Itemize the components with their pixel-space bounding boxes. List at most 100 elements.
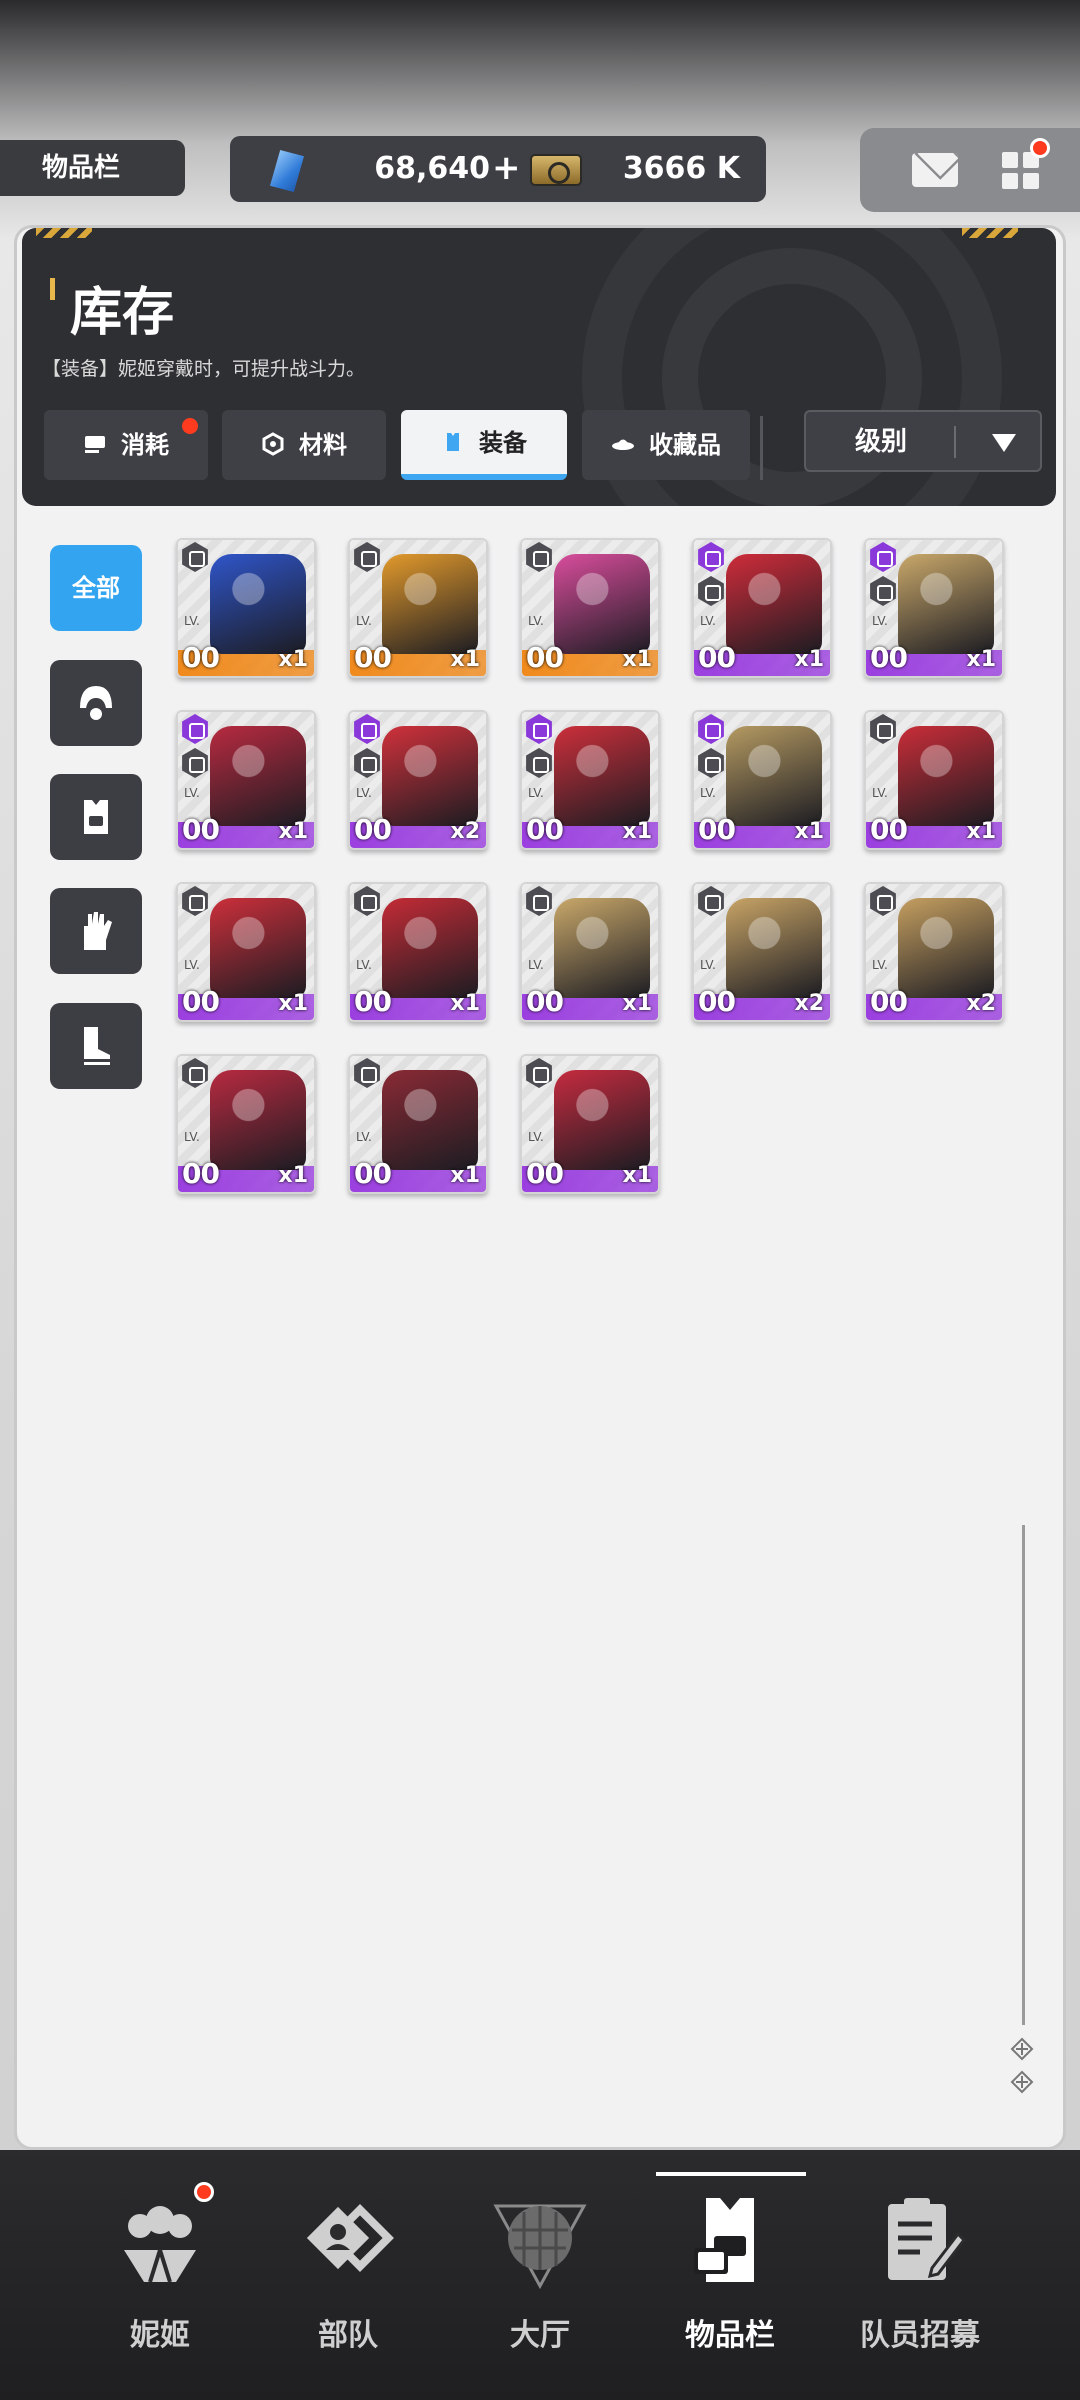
armor-icon (84, 800, 108, 834)
level-label: LV. (528, 1130, 544, 1144)
page-subtitle: 【装备】妮姬穿戴时，可提升战斗力。 (42, 358, 366, 380)
equipment-item[interactable]: LV. 00 x2 (692, 882, 832, 1022)
notification-dot (182, 418, 198, 434)
equipment-item[interactable]: LV. 00 x1 (176, 1054, 316, 1194)
notification-dot (1030, 138, 1050, 158)
gloves-icon (84, 912, 112, 950)
equipment-item[interactable]: LV. 00 x1 (520, 882, 660, 1022)
filter-gloves[interactable] (50, 888, 142, 974)
title-accent (50, 278, 55, 300)
item-count: x1 (622, 647, 653, 672)
equipment-art (554, 1070, 650, 1170)
equipment-item[interactable]: LV. 00 x1 (864, 710, 1004, 850)
equipment-item[interactable]: LV. 00 x1 (348, 882, 488, 1022)
item-count: x1 (278, 819, 309, 844)
item-count: x1 (278, 991, 309, 1016)
squad-icon (306, 2204, 394, 2272)
mail-icon[interactable] (912, 153, 958, 187)
equipment-art (726, 898, 822, 998)
credit-value: 3666 K (622, 151, 740, 186)
menu-grid-icon[interactable] (1002, 152, 1040, 190)
scrollbar[interactable] (1022, 1525, 1025, 2025)
level-label: LV. (184, 1130, 200, 1144)
item-level: 00 (182, 641, 220, 674)
equipment-art (554, 726, 650, 826)
item-level: 00 (354, 985, 392, 1018)
tab-label: 材料 (299, 431, 347, 459)
nav-squad[interactable]: 部队 (248, 2150, 448, 2400)
equipment-item[interactable]: LV. 00 x1 (864, 538, 1004, 678)
item-count: x1 (794, 819, 825, 844)
equipment-item[interactable]: LV. 00 x1 (176, 710, 316, 850)
filter-armor[interactable] (50, 774, 142, 860)
nav-label: 队员招募 (860, 2318, 980, 2353)
item-level: 00 (526, 1157, 564, 1190)
equipment-item[interactable]: LV. 00 x2 (348, 710, 488, 850)
add-gems-button[interactable]: + (492, 136, 521, 202)
nav-label: 部队 (318, 2318, 378, 2353)
item-level: 00 (526, 813, 564, 846)
item-level: 00 (698, 813, 736, 846)
equipment-item[interactable]: LV. 00 x1 (348, 1054, 488, 1194)
item-count: x1 (966, 647, 997, 672)
nav-lobby[interactable]: 大厅 (440, 2150, 640, 2400)
page-title: 库存 (70, 283, 175, 343)
equipment-art (210, 1070, 306, 1170)
item-count: x1 (450, 647, 481, 672)
level-label: LV. (356, 958, 372, 972)
consumable-icon (85, 436, 105, 453)
tab-collection[interactable]: 收藏品 (582, 410, 750, 480)
tab-equipment[interactable]: 装备 (401, 410, 567, 480)
level-label: LV. (872, 786, 888, 800)
filter-all[interactable]: 全部 (50, 545, 142, 631)
currency-bar: 68,640 + 3666 K (230, 136, 766, 202)
equipment-item[interactable]: LV. 00 x1 (520, 710, 660, 850)
equipment-item[interactable]: LV. 00 x2 (864, 882, 1004, 1022)
tab-material[interactable]: 材料 (222, 410, 386, 480)
item-level: 00 (526, 641, 564, 674)
level-label: LV. (700, 786, 716, 800)
equipment-art (382, 726, 478, 826)
item-count: x2 (966, 991, 997, 1016)
level-label: LV. (872, 614, 888, 628)
item-level: 00 (526, 985, 564, 1018)
item-level: 00 (354, 813, 392, 846)
item-count: x1 (794, 647, 825, 672)
item-count: x1 (622, 819, 653, 844)
gem-value: 68,640 (374, 151, 490, 186)
item-level: 00 (698, 985, 736, 1018)
level-label: LV. (356, 786, 372, 800)
equipment-item[interactable]: LV. 00 x1 (692, 710, 832, 850)
boots-icon (84, 1027, 110, 1065)
equipment-art (382, 554, 478, 654)
nav-inventory[interactable]: 物品栏 (630, 2150, 830, 2400)
item-count: x1 (966, 819, 997, 844)
gem-icon (270, 150, 304, 192)
level-label: LV. (700, 614, 716, 628)
equipment-item[interactable]: LV. 00 x1 (692, 538, 832, 678)
hazard-stripe (962, 228, 1018, 238)
equipment-item[interactable]: LV. 00 x1 (520, 1054, 660, 1194)
item-count: x1 (278, 647, 309, 672)
level-label: LV. (528, 614, 544, 628)
nav-nikke[interactable]: 妮姬 (60, 2150, 260, 2400)
collection-icon (612, 439, 634, 450)
tab-consumable[interactable]: 消耗 (44, 410, 208, 480)
nav-recruit[interactable]: 队员招募 (820, 2150, 1020, 2400)
equipment-item[interactable]: LV. 00 x1 (348, 538, 488, 678)
equipment-item[interactable]: LV. 00 x1 (520, 538, 660, 678)
nav-label: 物品栏 (685, 2318, 775, 2353)
recruit-icon (888, 2198, 966, 2280)
equipment-art (210, 898, 306, 998)
tab-label: 装备 (479, 429, 527, 457)
filter-helmet[interactable] (50, 660, 142, 746)
sort-divider (954, 426, 956, 458)
item-level: 00 (182, 985, 220, 1018)
item-count: x2 (794, 991, 825, 1016)
sort-dropdown[interactable]: 级别 (804, 410, 1042, 472)
scroll-marker-icon (1010, 2070, 1034, 2094)
equipment-item[interactable]: LV. 00 x1 (176, 538, 316, 678)
filter-boots[interactable] (50, 1003, 142, 1089)
item-level: 00 (870, 985, 908, 1018)
equipment-item[interactable]: LV. 00 x1 (176, 882, 316, 1022)
